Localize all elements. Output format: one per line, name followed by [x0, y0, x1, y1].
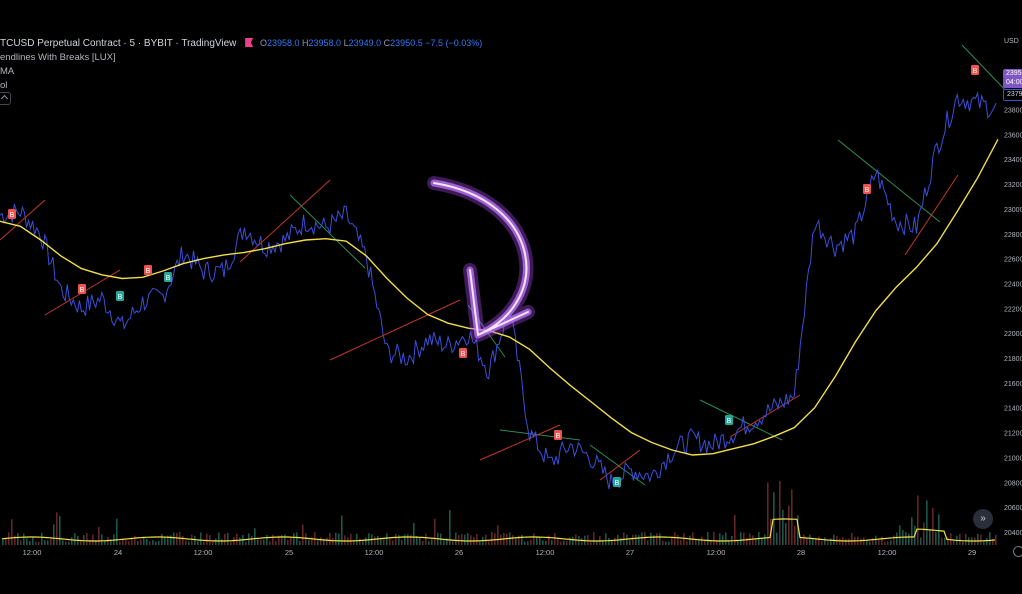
price-tick-label: 23400 — [1004, 157, 1022, 164]
price-tick-label: 23200 — [1004, 182, 1022, 189]
trendline — [499, 429, 581, 441]
price-tick-label: 22400 — [1004, 281, 1022, 288]
price-tick-label: 22600 — [1004, 257, 1022, 264]
currency-label[interactable]: USD — [1004, 38, 1019, 45]
svg-text:B: B — [118, 294, 123, 301]
break-label-down: B — [459, 348, 467, 358]
countdown-tag: 04:00 — [1003, 78, 1022, 88]
break-label-up: B — [164, 272, 172, 282]
time-tick-label: 12:00 — [536, 548, 555, 557]
price-tick-label: 20400 — [1004, 530, 1022, 537]
change-value: −7.5 (−0.03%) — [425, 38, 483, 48]
ohlc-values: O23958.0 H23958.0 L23949.0 C23950.5 −7.5… — [259, 38, 483, 48]
svg-text:B: B — [615, 480, 620, 487]
price-tick-label: 20600 — [1004, 505, 1022, 512]
indicator-volume[interactable]: ol — [0, 79, 482, 93]
scroll-to-realtime-button[interactable]: » — [973, 509, 993, 529]
price-axis[interactable]: 2400023800236002340023200230002280022600… — [1004, 83, 1022, 537]
gear-icon[interactable] — [1013, 546, 1022, 557]
trendline — [329, 299, 461, 361]
price-tick-label: 23600 — [1004, 132, 1022, 139]
moving-average-line — [0, 138, 999, 456]
curved-arrow-annotation — [427, 176, 535, 342]
ma-value-tag: 23791 — [1003, 89, 1022, 101]
price-tick-label: 20800 — [1004, 480, 1022, 487]
time-tick-label: 12:00 — [194, 548, 213, 557]
trendline — [699, 399, 783, 441]
svg-text:B: B — [973, 68, 978, 75]
price-tick-label: 21200 — [1004, 431, 1022, 438]
symbol-row: TCUSD Perpetual Contract · 5 · BYBIT · T… — [0, 36, 482, 51]
trendlines — [0, 44, 1011, 486]
indicator-trendlines[interactable]: endlines With Breaks [LUX] — [0, 51, 482, 65]
break-label-down: B — [863, 184, 871, 194]
break-label-up: B — [725, 415, 733, 425]
svg-text:B: B — [10, 212, 15, 219]
break-label-down: B — [554, 430, 562, 440]
price-tick-label: 21000 — [1004, 455, 1022, 462]
break-label-down: B — [78, 284, 86, 294]
trendline — [904, 174, 959, 256]
collapse-legend-button[interactable] — [0, 92, 11, 105]
flag-icon[interactable] — [245, 38, 254, 47]
time-tick-label: 26 — [455, 548, 463, 557]
price-tick-label: 21600 — [1004, 381, 1022, 388]
svg-text:B: B — [865, 187, 870, 194]
time-tick-label: 28 — [797, 548, 805, 557]
break-label-up: B — [116, 291, 124, 301]
break-label-down: B — [144, 265, 152, 275]
time-tick-label: 12:00 — [878, 548, 897, 557]
time-tick-label: 24 — [114, 548, 122, 557]
time-tick-label: 12:00 — [707, 548, 726, 557]
symbol-title[interactable]: TCUSD Perpetual Contract · 5 · BYBIT · T… — [0, 38, 236, 49]
time-tick-label: 12:00 — [365, 548, 384, 557]
svg-text:B: B — [166, 275, 171, 282]
break-label-down: B — [8, 209, 16, 219]
time-tick-label: 29 — [968, 548, 976, 557]
price-tick-label: 21400 — [1004, 406, 1022, 413]
chart-legend: TCUSD Perpetual Contract · 5 · BYBIT · T… — [0, 36, 482, 93]
price-tick-label: 22800 — [1004, 232, 1022, 239]
svg-text:B: B — [146, 268, 151, 275]
price-line — [0, 91, 997, 490]
time-axis[interactable]: 12:00 24 12:00 25 12:00 26 12:00 27 12:00 28 12:00… — [23, 548, 977, 557]
price-tick-label: 22000 — [1004, 331, 1022, 338]
time-tick-label: 25 — [285, 548, 293, 557]
svg-text:B: B — [461, 351, 466, 358]
break-labels: B B B B B B B B B B B — [8, 65, 979, 487]
price-tick-label: 22200 — [1004, 306, 1022, 313]
trendline — [479, 424, 561, 461]
indicator-ma[interactable]: MA — [0, 65, 482, 79]
break-label-down: B — [971, 65, 979, 75]
trendline — [0, 199, 46, 241]
svg-text:B: B — [80, 287, 85, 294]
volume-bars — [2, 481, 997, 545]
price-tick-label: 23000 — [1004, 207, 1022, 214]
time-tick-label: 12:00 — [23, 548, 42, 557]
price-tick-label: 21800 — [1004, 356, 1022, 363]
trendline — [837, 139, 941, 223]
price-tick-label: 23800 — [1004, 107, 1022, 114]
svg-text:B: B — [556, 433, 561, 440]
svg-text:B: B — [727, 418, 732, 425]
time-tick-label: 27 — [626, 548, 634, 557]
break-label-up: B — [613, 477, 621, 487]
